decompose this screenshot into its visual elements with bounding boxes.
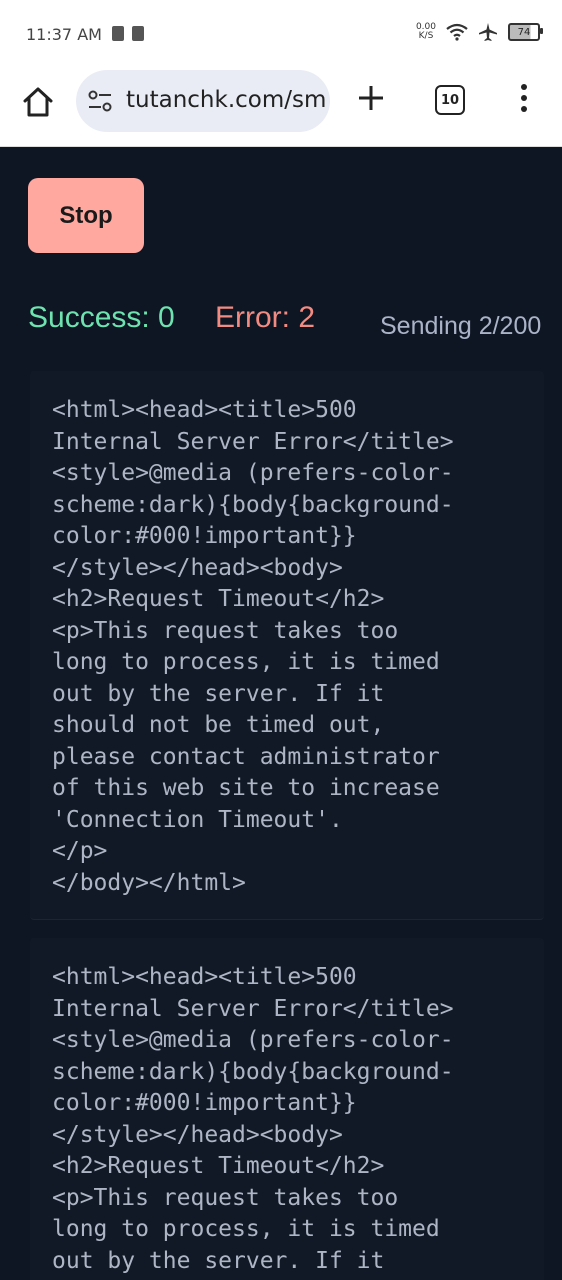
net-speed: 0.00 K/S: [416, 23, 436, 41]
new-tab-icon[interactable]: [355, 82, 387, 114]
tab-switcher-icon[interactable]: 10: [435, 85, 465, 115]
battery-icon: 74: [508, 23, 543, 41]
stop-button[interactable]: Stop: [28, 178, 144, 253]
sim-icon: [112, 26, 124, 41]
url-text: tutanchk.com/sm: [126, 87, 327, 113]
sending-status: Sending 2/200: [380, 312, 542, 340]
home-icon[interactable]: [20, 84, 56, 120]
response-card: <html><head><title>500 Internal Server E…: [30, 371, 544, 920]
status-left-icons: [112, 26, 144, 41]
response-card: <html><head><title>500 Internal Server E…: [30, 938, 544, 1280]
response-body: <html><head><title>500 Internal Server E…: [52, 397, 454, 896]
sd-card-icon: [132, 26, 144, 41]
status-right-icons: 0.00 K/S 74: [416, 22, 543, 42]
browser-toolbar: tutanchk.com/sm 10: [0, 70, 562, 147]
status-time: 11:37 AM: [26, 25, 102, 44]
wifi-icon: [446, 23, 468, 41]
address-bar[interactable]: tutanchk.com/sm: [76, 70, 330, 132]
more-menu-icon[interactable]: [516, 84, 532, 114]
response-body: <html><head><title>500 Internal Server E…: [52, 964, 454, 1280]
airplane-icon: [479, 23, 497, 41]
success-count: Success: 0: [28, 301, 175, 334]
page-content: Stop Success: 0 Error: 2 Sending 2/200 <…: [0, 146, 562, 1280]
error-count: Error: 2: [215, 301, 316, 334]
net-speed-unit: K/S: [418, 31, 434, 41]
site-settings-icon[interactable]: [88, 90, 112, 112]
status-bar: 11:37 AM 0.00 K/S 74: [0, 0, 562, 70]
